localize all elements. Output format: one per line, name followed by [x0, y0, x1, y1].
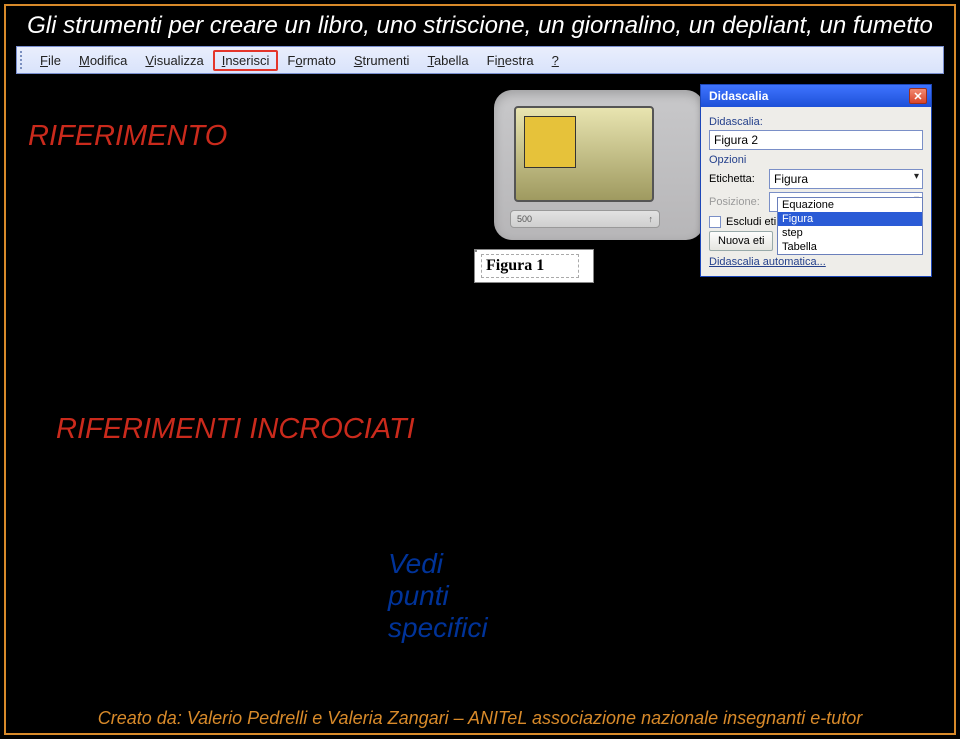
didascalia-dialog: Didascalia ✕ Didascalia: Opzioni Etichet…: [700, 84, 932, 277]
heading-riferimenti-incrociati: RIFERIMENTI INCROCIATI: [56, 413, 415, 446]
caption-field[interactable]: Figura 1: [474, 249, 594, 283]
checkbox-riferimenti[interactable]: [28, 421, 46, 439]
paragraph-didascalia: (per numerare o nominare automaticamente…: [28, 192, 488, 387]
slide-title: Gli strumenti per creare un libro, uno s…: [6, 6, 954, 42]
menubar-grip: [20, 51, 25, 69]
camera-screen: [514, 106, 654, 202]
dropdown-opt-figura[interactable]: Figura: [778, 212, 922, 226]
slide-footer: Creato da: Valerio Pedrelli e Valeria Za…: [6, 708, 954, 729]
dialog-title: Didascalia: [709, 89, 768, 103]
close-icon[interactable]: ✕: [909, 88, 927, 104]
menu-visualizza[interactable]: Visualizza: [136, 50, 212, 71]
didascalia-input[interactable]: [709, 130, 923, 150]
label-etichetta: Etichetta:: [709, 173, 765, 185]
etichetta-dropdown[interactable]: Equazione Figura step Tabella: [777, 197, 923, 255]
escludi-label: Escludi eti: [726, 216, 776, 228]
menu-file[interactable]: File: [31, 50, 70, 71]
camera-scale-bar: 500↑: [510, 210, 660, 228]
caption-field-text: Figura 1: [481, 254, 579, 278]
vedi-link: Vedi punti specifici: [388, 548, 498, 644]
menu-inserisci[interactable]: Inserisci: [213, 50, 279, 71]
escludi-checkbox[interactable]: [709, 216, 721, 228]
label-didascalia: Didascalia: [56, 157, 190, 190]
menu-strumenti[interactable]: Strumenti: [345, 50, 419, 71]
dropdown-opt-step[interactable]: step: [778, 226, 922, 240]
menu-formato[interactable]: Formato: [278, 50, 344, 71]
intro-line: dal menu INSERISCI: [28, 84, 498, 112]
camera-mock: 500↑: [494, 90, 704, 240]
label-didascalia-field: Didascalia:: [709, 116, 923, 128]
paragraph-riferimenti: (puoi aggiungere o togliere segnalibri, …: [28, 448, 498, 546]
didascalia-automatica-link[interactable]: Didascalia automatica...: [709, 256, 923, 268]
heading-riferimento: RIFERIMENTO: [28, 120, 498, 153]
menubar: File Modifica Visualizza Inserisci Forma…: [16, 46, 944, 74]
dropdown-opt-equazione[interactable]: Equazione: [778, 198, 922, 212]
label-opzioni: Opzioni: [709, 154, 923, 166]
dialog-titlebar[interactable]: Didascalia ✕: [701, 85, 931, 107]
menu-tabella[interactable]: Tabella: [418, 50, 477, 71]
checkbox-didascalia[interactable]: [28, 165, 46, 183]
menu-finestra[interactable]: Finestra: [478, 50, 543, 71]
etichetta-combo[interactable]: [769, 169, 923, 189]
dropdown-opt-tabella[interactable]: Tabella: [778, 240, 922, 254]
menu-modifica[interactable]: Modifica: [70, 50, 136, 71]
menu-help[interactable]: ?: [543, 50, 568, 71]
nuova-etichetta-button[interactable]: Nuova eti: [709, 231, 773, 251]
label-posizione: Posizione:: [709, 196, 765, 208]
